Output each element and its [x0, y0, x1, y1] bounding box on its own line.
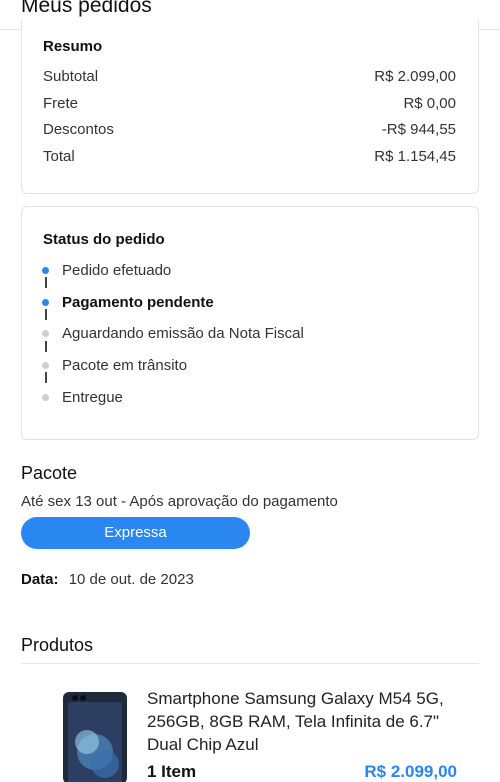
summary-value: R$ 0,00 — [403, 95, 456, 112]
divider — [21, 663, 479, 664]
status-step-label: Pagamento pendente — [62, 294, 214, 311]
status-connector — [45, 277, 47, 288]
shipping-type-badge: Expressa — [21, 517, 250, 549]
summary-row-subtotal: Subtotal R$ 2.099,00 — [43, 68, 456, 88]
product-name[interactable]: Smartphone Samsung Galaxy M54 5G, 256GB,… — [147, 687, 467, 756]
status-dot-inactive-icon — [42, 330, 49, 337]
product-price: R$ 2.099,00 — [364, 762, 457, 781]
package-title: Pacote — [21, 463, 78, 483]
status-step-label: Pedido efetuado — [62, 262, 172, 279]
page-title: Meus pedidos — [21, 0, 152, 17]
summary-value: R$ 1.154,45 — [374, 148, 456, 165]
status-dot-active-icon — [42, 299, 49, 306]
summary-card: Resumo Subtotal R$ 2.099,00 Frete R$ 0,0… — [21, 20, 479, 194]
summary-value: R$ 2.099,00 — [374, 68, 456, 85]
order-status-card: Status do pedido Pedido efetuado Pagamen… — [21, 206, 479, 440]
summary-label: Subtotal — [43, 68, 99, 85]
status-dot-active-icon — [42, 267, 49, 274]
status-step-label: Entregue — [62, 389, 123, 406]
status-dot-inactive-icon — [42, 362, 49, 369]
summary-row-total: Total R$ 1.154,45 — [43, 148, 456, 168]
status-connector — [45, 341, 47, 352]
status-step-label: Aguardando emissão da Nota Fiscal — [62, 325, 304, 342]
summary-row-frete: Frete R$ 0,00 — [43, 95, 456, 115]
status-connector — [45, 309, 47, 320]
products-title: Produtos — [21, 635, 94, 655]
summary-title: Resumo — [43, 38, 103, 55]
status-title: Status do pedido — [43, 231, 165, 248]
summary-label: Descontos — [43, 121, 114, 138]
date-value: 10 de out. de 2023 — [68, 571, 194, 588]
product-quantity: 1 Item — [147, 762, 197, 781]
status-connector — [45, 372, 47, 383]
order-date: Data: 10 de out. de 2023 — [21, 571, 194, 588]
summary-label: Total — [43, 148, 75, 165]
date-label: Data: — [21, 571, 59, 588]
status-step-label: Pacote em trânsito — [62, 357, 188, 374]
summary-label: Frete — [43, 95, 79, 112]
summary-value: -R$ 944,55 — [381, 121, 456, 138]
summary-row-descontos: Descontos -R$ 944,55 — [43, 121, 456, 141]
smartphone-icon[interactable] — [61, 692, 129, 782]
status-dot-inactive-icon — [42, 394, 49, 401]
package-eta: Até sex 13 out - Após aprovação do pagam… — [21, 493, 338, 510]
